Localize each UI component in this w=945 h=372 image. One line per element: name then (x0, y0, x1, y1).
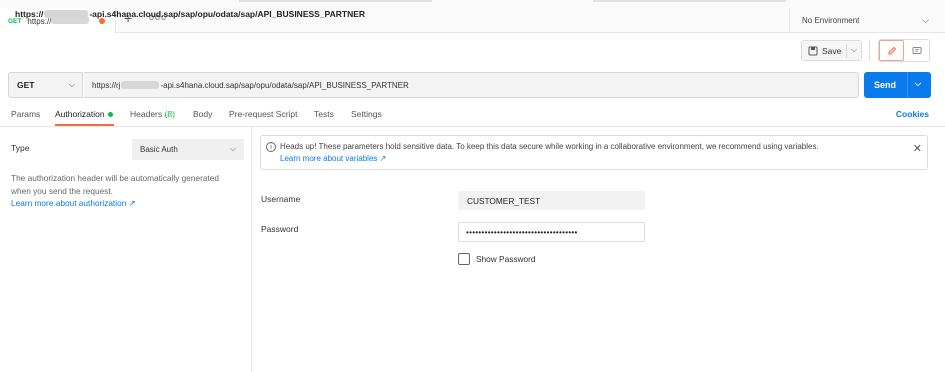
show-password-label: Show Password (476, 254, 536, 264)
username-field[interactable]: CUSTOMER_TEST (458, 191, 645, 210)
sensitive-data-banner: i Heads up! These parameters hold sensit… (260, 135, 928, 170)
tab-pre-request-script[interactable]: Pre-request Script (229, 109, 298, 119)
send-button[interactable]: Send ⌵ (864, 72, 931, 98)
chevron-down-icon: ⌵ (922, 15, 929, 25)
pencil-icon (888, 46, 896, 54)
show-password-checkbox[interactable] (458, 253, 470, 265)
headers-count: (8) (164, 109, 175, 119)
url-input[interactable]: https://rj -api.s4hana.cloud.sap/sap/opu/… (84, 72, 859, 98)
learn-more-auth-link[interactable]: Learn more about authorization ↗ (11, 198, 136, 208)
tab-strip-edge (239, 0, 432, 2)
environment-select[interactable]: No Environment ⌵ (789, 8, 945, 33)
redacted-text (121, 81, 160, 89)
banner-message: Heads up! These parameters hold sensitiv… (280, 142, 819, 151)
auth-description: The authorization header will be automat… (11, 173, 220, 196)
close-icon[interactable]: ✕ (913, 142, 922, 155)
tab-strip-edge (593, 0, 786, 2)
tab-tests[interactable]: Tests (314, 109, 334, 119)
password-field[interactable]: •••••••••••••••••••••••••••••••••••• (458, 222, 645, 242)
save-label: Save (822, 45, 842, 56)
auth-type-select[interactable]: Basic Auth ⌵ (132, 139, 244, 160)
comment-icon (912, 46, 922, 54)
send-label: Send (874, 80, 897, 90)
edit-mode-button[interactable] (879, 40, 905, 61)
active-indicator-icon (107, 112, 113, 118)
username-label: Username (261, 194, 301, 204)
info-icon: i (266, 142, 276, 152)
learn-more-variables-link[interactable]: Learn more about variables ↗ (280, 154, 386, 163)
chevron-down-icon: ⌵ (229, 144, 236, 153)
method-value: GET (17, 80, 35, 90)
redacted-text (44, 10, 89, 18)
save-icon (808, 46, 818, 55)
cookies-link[interactable]: Cookies (896, 109, 929, 119)
divider (907, 72, 908, 98)
auth-type-value: Basic Auth (140, 145, 178, 154)
auth-type-pane (0, 127, 252, 372)
tab-headers[interactable]: Headers (8) (130, 109, 175, 119)
chevron-down-icon[interactable]: ⌵ (915, 79, 921, 89)
tab-body[interactable]: Body (193, 109, 212, 119)
divider (846, 44, 847, 58)
divider (869, 41, 870, 61)
documentation-button[interactable] (904, 40, 929, 61)
tab-params[interactable]: Params (11, 109, 40, 119)
password-label: Password (261, 224, 299, 234)
chevron-down-icon: ⌵ (68, 80, 75, 89)
request-subtabs: Params Authorization Headers (8) Body Pr… (0, 105, 945, 125)
save-button[interactable]: Save ⌵ (801, 40, 862, 61)
show-password-toggle[interactable]: Show Password (458, 253, 536, 265)
tab-authorization[interactable]: Authorization (55, 109, 113, 119)
request-title[interactable]: https://-api.s4hana.cloud.sap/sap/opu/od… (15, 9, 365, 19)
tab-settings[interactable]: Settings (351, 109, 382, 119)
method-select[interactable]: GET ⌵ (8, 72, 83, 98)
type-label: Type (11, 143, 30, 153)
environment-label: No Environment (802, 16, 860, 25)
chevron-down-icon[interactable]: ⌵ (851, 45, 857, 55)
view-toggle (878, 39, 930, 62)
